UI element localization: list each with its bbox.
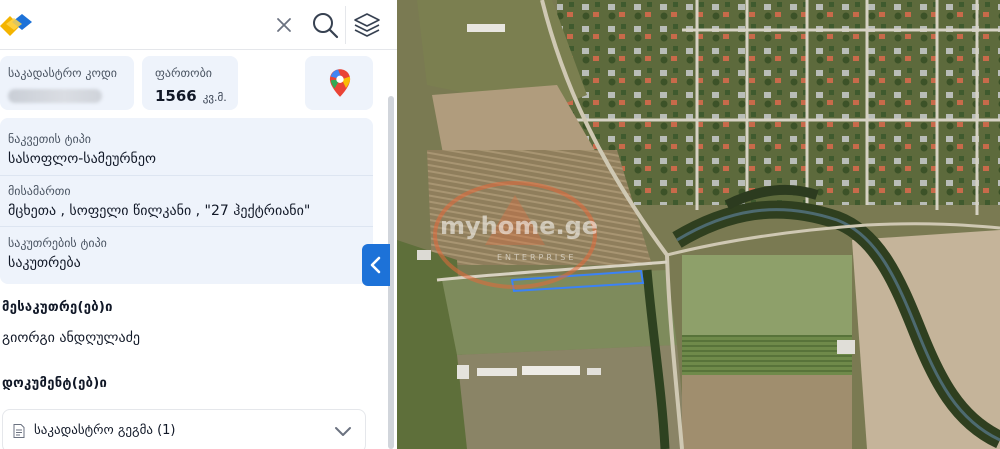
parcel-details-card: ნაკვეთის ტიპი სასოფლო-სამეურნეო მისამართ… (0, 118, 373, 284)
ownership-type-label: საკუთრების ტიპი (8, 236, 107, 250)
google-maps-button[interactable] (305, 56, 373, 110)
land-type-value: სასოფლო-სამეურნეო (8, 151, 156, 167)
search-bar (0, 0, 397, 50)
toolbar-divider (345, 6, 346, 44)
address-value: მცხეთა , სოფელი წილკანი , "27 ჰექტრიანი" (8, 203, 311, 219)
document-item-label: საკადასტრო გეგმა (1) (34, 423, 176, 438)
watermark-sub: ENTERPRISE (497, 253, 577, 262)
address-label: მისამართი (8, 184, 71, 198)
area-value-wrapper: 1566 კვ.მ. (155, 87, 227, 105)
cadastral-code-label: საკადასტრო კოდი (8, 66, 117, 80)
ownership-type-value: საკუთრება (8, 255, 81, 271)
satellite-map[interactable]: myhome.ge ENTERPRISE (397, 0, 1000, 449)
row-separator (0, 226, 373, 227)
watermark-brand: myhome.ge (440, 212, 599, 240)
cadastral-code-value-redacted (8, 89, 102, 103)
area-unit: კვ.მ. (202, 91, 227, 104)
cadastral-code-card: საკადასტრო კოდი (0, 56, 134, 110)
land-type-label: ნაკვეთის ტიპი (8, 132, 92, 146)
brand-logo-icon[interactable] (0, 12, 34, 36)
documents-title: დოკუმენტ(ებ)ი (2, 376, 108, 391)
chevron-left-icon (370, 256, 381, 274)
chevron-down-icon[interactable] (333, 424, 353, 438)
close-icon[interactable] (272, 13, 296, 37)
google-maps-pin-icon (329, 69, 351, 97)
details-panel: საკადასტრო კოდი ფართობი 1566 კვ.მ. ნაკვეთ… (0, 0, 397, 449)
collapse-panel-button[interactable] (362, 244, 390, 286)
row-separator (0, 175, 373, 176)
document-icon (13, 424, 25, 438)
document-item-cadastral-plan[interactable]: საკადასტრო გეგმა (1) (2, 409, 366, 449)
area-label: ფართობი (155, 66, 213, 80)
area-card: ფართობი 1566 კვ.მ. (142, 56, 238, 110)
owner-name: გიორგი ანდღულაძე (2, 330, 140, 346)
area-value: 1566 (155, 87, 197, 105)
layers-icon[interactable] (352, 10, 382, 40)
search-icon[interactable] (311, 11, 339, 39)
panel-content: საკადასტრო კოდი ფართობი 1566 კვ.მ. ნაკვეთ… (0, 50, 388, 449)
owners-title: მესაკუთრე(ებ)ი (2, 300, 113, 315)
